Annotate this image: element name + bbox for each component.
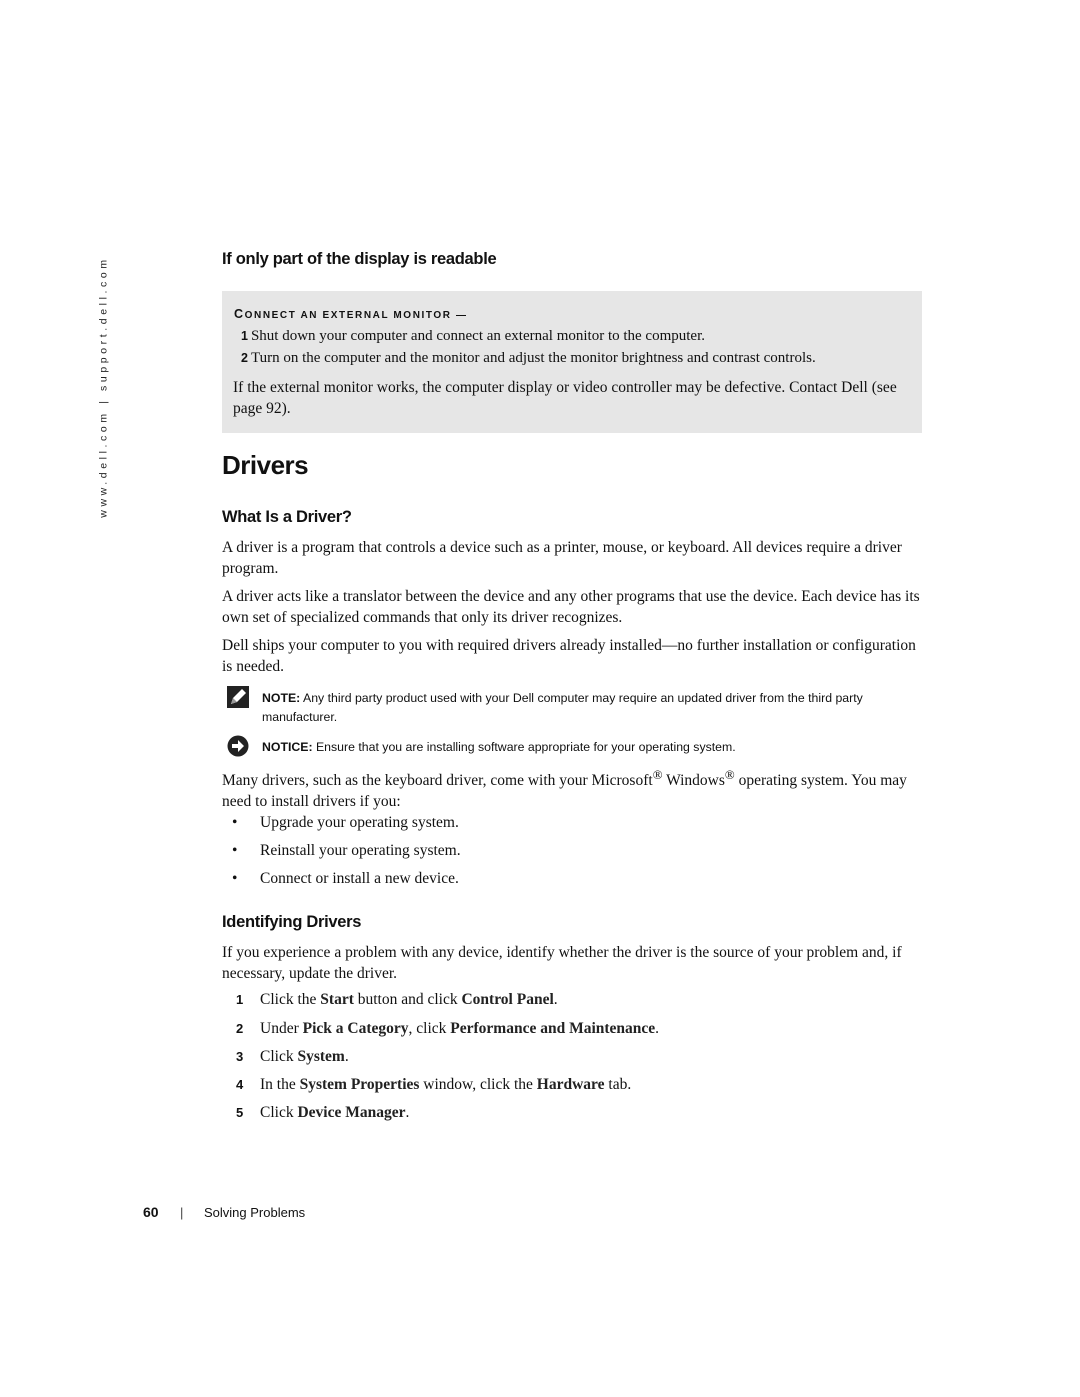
- body-paragraph: Many drivers, such as the keyboard drive…: [222, 767, 907, 811]
- section-heading-display-readable: If only part of the display is readable: [222, 250, 497, 268]
- notice: NOTICE: Ensure that you are installing s…: [262, 740, 736, 754]
- numbered-step: 1 Click the Start button and click Contro…: [236, 991, 558, 1008]
- numbered-step: 2 Under Pick a Category, click Performanc…: [236, 1020, 660, 1037]
- bullet-item: • Upgrade your operating system.: [232, 814, 459, 831]
- bullet-item: • Reinstall your operating system.: [232, 842, 461, 859]
- body-paragraph: A driver acts like a translator between …: [222, 588, 920, 626]
- pencil-note-icon: [227, 686, 249, 708]
- notice-arrow-icon: [227, 735, 249, 757]
- procedure-label: CONNECT AN EXTERNAL MONITOR —: [234, 307, 468, 321]
- numbered-step: 5 Click Device Manager.: [236, 1104, 410, 1121]
- note: NOTE: Any third party product used with …: [262, 691, 863, 724]
- side-url: www.dell.com | support.dell.com: [94, 252, 114, 522]
- page-title: Drivers: [222, 450, 309, 480]
- procedure-result-text: If the external monitor works, the compu…: [233, 379, 897, 417]
- procedure-box: CONNECT AN EXTERNAL MONITOR — 1 Shut down…: [222, 291, 922, 433]
- side-url-text: www.dell.com | support.dell.com: [98, 256, 111, 518]
- numbered-step: 4 In the System Properties window, click …: [236, 1076, 632, 1093]
- numbered-step: 3 Click System.: [236, 1048, 349, 1065]
- page-footer: 60 | Solving Problems: [143, 1204, 305, 1220]
- bullet-item: • Connect or install a new device.: [232, 870, 459, 887]
- procedure-step: 1 Shut down your computer and connect an …: [241, 328, 706, 344]
- footer-section-title: Solving Problems: [204, 1205, 306, 1220]
- procedure-step: 2 Turn on the computer and the monitor an…: [241, 350, 816, 366]
- footer-separator: |: [180, 1205, 184, 1220]
- section-heading-what-is-driver: What Is a Driver?: [222, 508, 352, 526]
- body-paragraph: If you experience a problem with any dev…: [222, 944, 902, 982]
- body-paragraph: Dell ships your computer to you with req…: [222, 637, 916, 675]
- body-paragraph: A driver is a program that controls a de…: [222, 539, 902, 577]
- page-number: 60: [143, 1204, 159, 1220]
- section-heading-identifying-drivers: Identifying Drivers: [222, 913, 362, 931]
